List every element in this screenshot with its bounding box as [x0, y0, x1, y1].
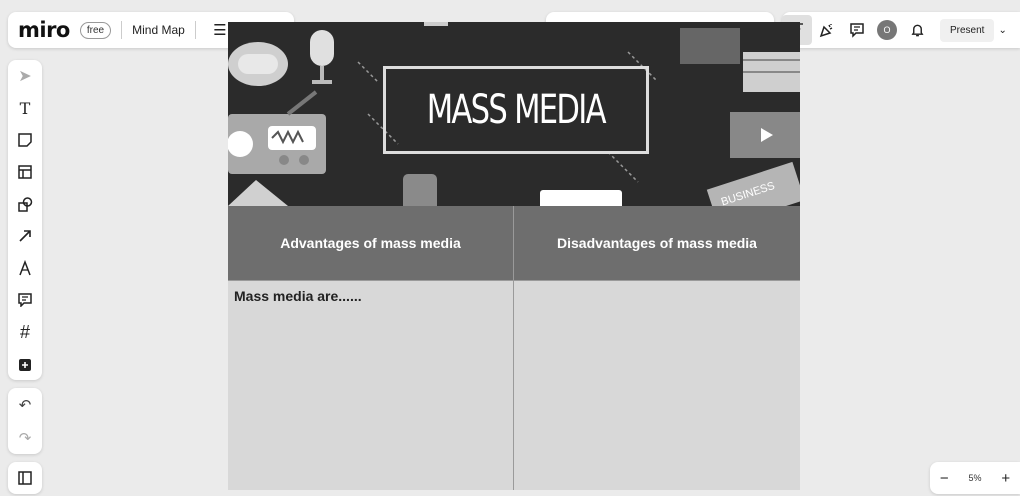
divider [194, 21, 196, 39]
undo-icon[interactable]: ↶ [8, 388, 42, 421]
chevron-down-icon[interactable]: ⌄ [998, 25, 1006, 36]
mass-media-frame[interactable]: BUSINESS MASS MEDIA Advantages of mass m… [228, 22, 800, 490]
avatar-initial: O [877, 20, 897, 40]
advantages-header-label: Advantages of mass media [280, 235, 461, 251]
celebrate-icon[interactable] [812, 15, 842, 45]
user-avatar[interactable]: O [872, 15, 902, 45]
frame-icon[interactable]: # [8, 316, 42, 348]
top-right-toolbar: O Present ⌄ [782, 12, 1020, 48]
panel-toggle-icon[interactable] [8, 462, 42, 494]
disadvantages-header-label: Disadvantages of mass media [557, 235, 757, 251]
advantages-header[interactable]: Advantages of mass media [228, 206, 513, 280]
banner-title: MASS MEDIA [426, 87, 607, 133]
zoom-controls: − 5% + [930, 462, 1020, 494]
history-rail: ↶ ↷ [8, 388, 42, 454]
zoom-out-button[interactable]: − [940, 470, 949, 487]
tool-rail: ➤ T # [8, 60, 42, 380]
mass-media-banner: BUSINESS MASS MEDIA [228, 22, 800, 206]
banner-title-box: MASS MEDIA [383, 66, 649, 154]
zoom-level[interactable]: 5% [968, 473, 981, 483]
connector-arrow-icon[interactable] [8, 220, 42, 252]
add-more-icon[interactable] [8, 348, 42, 380]
disadvantages-header[interactable]: Disadvantages of mass media [514, 206, 800, 280]
shapes-icon[interactable] [8, 188, 42, 220]
miro-logo[interactable]: miro [18, 18, 70, 42]
zoom-in-button[interactable]: + [1001, 470, 1010, 487]
sticky-note-icon[interactable] [8, 124, 42, 156]
select-tool-icon[interactable]: ➤ [8, 60, 42, 92]
comment-icon[interactable] [842, 15, 872, 45]
advantages-cell[interactable]: Mass media are...... [228, 280, 513, 490]
bell-icon[interactable] [902, 15, 932, 45]
divider [121, 21, 123, 39]
disadvantages-cell[interactable] [514, 280, 800, 490]
row-divider [228, 280, 800, 281]
advantages-cell-text: Mass media are...... [234, 288, 362, 304]
comment-tool-icon[interactable] [8, 284, 42, 316]
pen-icon[interactable] [8, 252, 42, 284]
plan-badge[interactable]: free [79, 21, 112, 39]
present-button[interactable]: Present [940, 18, 995, 42]
text-tool-icon[interactable]: T [8, 92, 42, 124]
board-name[interactable]: Mind Map [132, 23, 185, 37]
template-icon[interactable] [8, 156, 42, 188]
column-divider [513, 206, 514, 490]
redo-icon[interactable]: ↷ [8, 421, 42, 454]
